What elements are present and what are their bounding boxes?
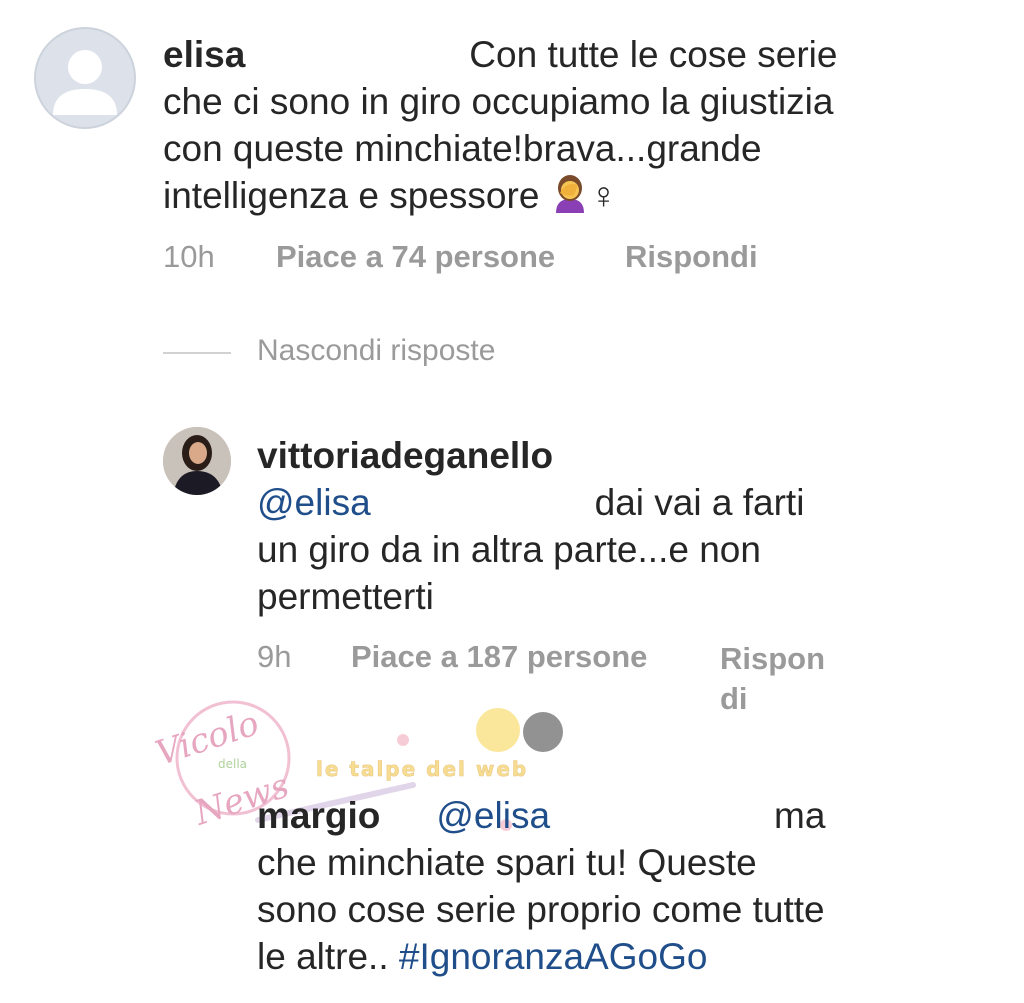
reply-likes-link[interactable]: Piace a 187 persone — [351, 639, 647, 675]
reply-button-line: Rispon — [720, 641, 826, 676]
avatar-vittoriadeganello[interactable] — [163, 427, 231, 495]
reply-vittoriadeganello: vittoriadeganello @elisa dai vai a farti … — [257, 432, 957, 620]
mention-link[interactable]: @elisa — [436, 795, 550, 836]
reply-reply-button[interactable]: Rispon di — [720, 639, 825, 719]
watermark-stamp-text-2: della — [218, 757, 247, 771]
female-sign-icon: ♀ — [589, 175, 618, 216]
comment-text-first: Con tutte le cose serie — [469, 34, 838, 75]
reply-margio: margio @elisa ma che minchiate spari tu! Q… — [257, 792, 957, 980]
comment-first-line: elisa Con tutte le cose serie — [163, 31, 923, 78]
mention-link[interactable]: @elisa — [257, 482, 371, 523]
hide-replies-button[interactable]: Nascondi risposte — [257, 334, 495, 368]
avatar-elisa[interactable] — [34, 27, 136, 129]
reply-button-line: di — [720, 681, 748, 716]
reply-time: 9h — [257, 639, 292, 674]
watermark-banner-text: le talpe del web — [316, 757, 528, 781]
facepalm-woman-icon — [550, 173, 590, 224]
reply-text-line: permetterti — [257, 576, 434, 617]
reply-text-last: le altre.. — [257, 936, 389, 977]
comment-text-line: con queste minchiate!brava...grande — [163, 128, 762, 169]
watermark-paw-icon — [397, 734, 409, 746]
comment-text-line: che ci sono in giro occupiamo la giustiz… — [163, 81, 834, 122]
watermark-girl-blonde-icon — [476, 708, 520, 752]
comment-text-last: intelligenza e spessore — [163, 175, 540, 216]
reply-text-first: ma — [774, 795, 826, 836]
watermark-girl-dark-icon — [523, 712, 563, 752]
replies-divider — [163, 352, 231, 354]
reply-text-line: che minchiate spari tu! Queste — [257, 842, 757, 883]
comment-username[interactable]: elisa — [163, 34, 245, 75]
reply-text-line: sono cose serie proprio come tutte — [257, 889, 825, 930]
reply-first-line: @elisa dai vai a farti — [257, 479, 957, 526]
likes-link[interactable]: Piace a 74 persone — [276, 239, 555, 275]
reply-text-first: dai vai a farti — [594, 482, 805, 523]
reply-username[interactable]: margio — [257, 795, 380, 836]
default-profile-icon — [53, 50, 117, 115]
hashtag-link[interactable]: #IgnoranzaAGoGo — [399, 936, 708, 977]
comment-time: 10h — [163, 239, 215, 274]
profile-photo-icon — [163, 427, 231, 495]
watermark-stamp-text-1: Vicolo — [151, 703, 264, 774]
comment-elisa: elisa Con tutte le cose serie che ci sono… — [163, 31, 923, 224]
reply-text-line: le altre.. #IgnoranzaAGoGo — [257, 933, 957, 980]
reply-text-line: un giro da in altra parte...e non — [257, 529, 761, 570]
reply-first-line: margio @elisa ma — [257, 792, 957, 839]
reply-username[interactable]: vittoriadeganello — [257, 432, 957, 479]
comment-text-line: intelligenza e spessore ♀ — [163, 172, 923, 224]
reply-button[interactable]: Rispondi — [625, 239, 758, 275]
